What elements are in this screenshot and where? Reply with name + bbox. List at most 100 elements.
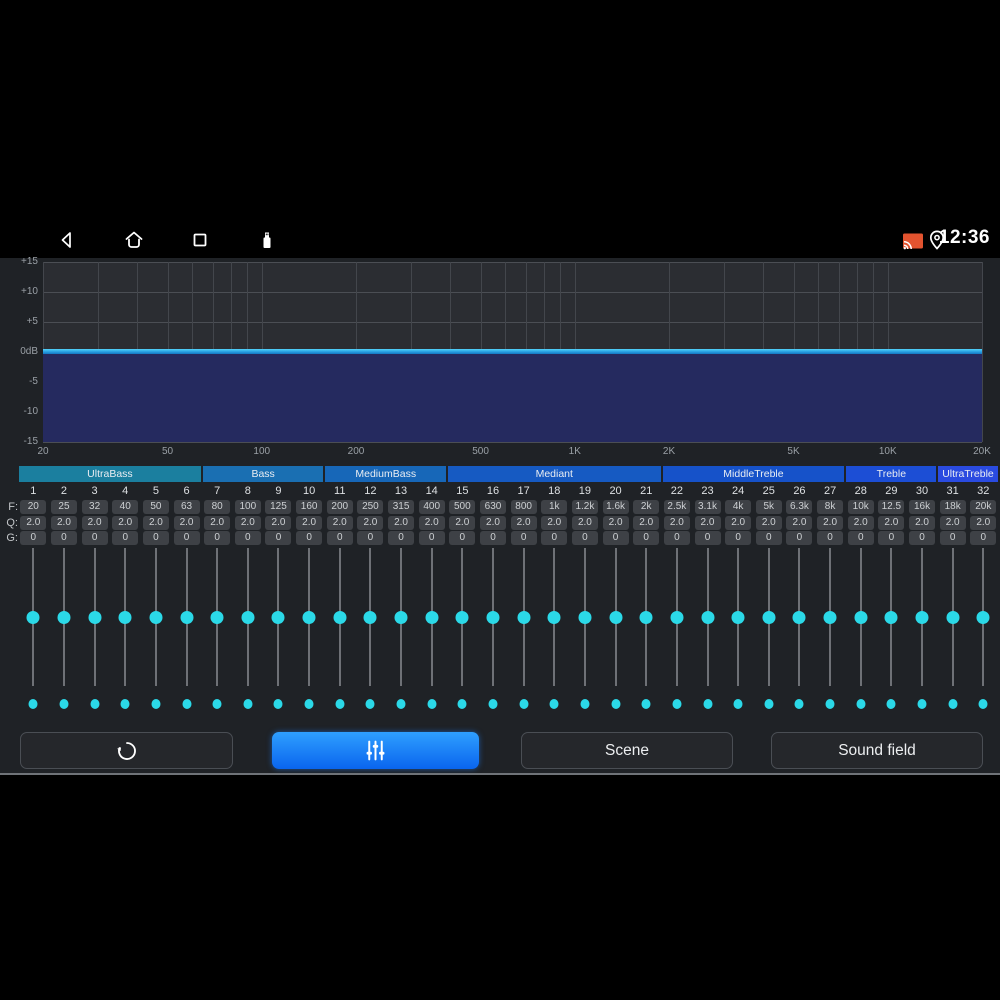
frequency-value[interactable]: 315 [388,500,415,514]
sound-field-button[interactable]: Sound field [771,732,983,769]
gain-slider-handle[interactable] [425,611,439,624]
frequency-value[interactable]: 10k [847,500,874,514]
q-factor-value[interactable]: 2.0 [541,516,568,530]
reset-button[interactable] [20,732,233,769]
gain-value[interactable]: 0 [388,531,415,545]
gain-value[interactable]: 0 [939,531,966,545]
gain-slider-handle[interactable] [241,611,255,624]
q-factor-value[interactable]: 2.0 [571,516,598,530]
gain-slider-handle[interactable] [118,611,132,624]
q-factor-value[interactable]: 2.0 [694,516,721,530]
cast-icon[interactable] [901,229,925,253]
gain-slider-handle[interactable] [884,611,898,624]
q-factor-value[interactable]: 2.0 [817,516,844,530]
gain-slider-handle[interactable] [639,611,653,624]
q-factor-value[interactable]: 2.0 [357,516,384,530]
gain-slider-handle[interactable] [333,611,347,624]
q-factor-value[interactable]: 2.0 [725,516,752,530]
q-factor-value[interactable]: 2.0 [602,516,629,530]
frequency-value[interactable]: 5k [755,500,782,514]
gain-slider-handle[interactable] [670,611,684,624]
frequency-value[interactable]: 8k [817,500,844,514]
q-factor-value[interactable]: 2.0 [909,516,936,530]
gain-slider-handle[interactable] [701,611,714,624]
gain-slider-handle[interactable] [946,611,960,624]
gain-slider-handle[interactable] [854,611,868,624]
gain-value[interactable]: 0 [20,531,47,545]
gain-slider-handle[interactable] [302,611,316,624]
q-factor-value[interactable]: 2.0 [20,516,47,530]
gain-slider-handle[interactable] [578,611,592,624]
frequency-value[interactable]: 2.5k [663,500,690,514]
frequency-value[interactable]: 500 [449,500,476,514]
q-factor-value[interactable]: 2.0 [939,516,966,530]
gain-slider-handle[interactable] [547,611,561,624]
gain-value[interactable]: 0 [296,531,323,545]
gain-slider-handle[interactable] [271,611,285,624]
gain-slider-handle[interactable] [26,611,40,624]
q-factor-value[interactable]: 2.0 [142,516,169,530]
frequency-value[interactable]: 32 [81,500,108,514]
q-factor-value[interactable]: 2.0 [388,516,415,530]
gain-value[interactable]: 0 [173,531,200,545]
gain-value[interactable]: 0 [694,531,721,545]
gain-value[interactable]: 0 [633,531,660,545]
gain-slider-handle[interactable] [363,611,377,624]
q-factor-value[interactable]: 2.0 [81,516,108,530]
gain-value[interactable]: 0 [817,531,844,545]
gain-value[interactable]: 0 [663,531,690,545]
gain-value[interactable]: 0 [204,531,231,545]
gain-slider-handle[interactable] [609,611,623,624]
gain-slider-handle[interactable] [180,611,194,624]
frequency-value[interactable]: 6.3k [786,500,813,514]
gain-slider-handle[interactable] [486,611,500,624]
gain-value[interactable]: 0 [479,531,506,545]
home-icon[interactable] [122,228,146,252]
q-factor-value[interactable]: 2.0 [112,516,139,530]
frequency-value[interactable]: 16k [909,500,936,514]
gain-value[interactable]: 0 [878,531,905,545]
q-factor-value[interactable]: 2.0 [663,516,690,530]
gain-slider-handle[interactable] [792,611,806,624]
gain-value[interactable]: 0 [50,531,77,545]
gain-value[interactable]: 0 [725,531,752,545]
gain-slider-handle[interactable] [915,611,929,624]
frequency-value[interactable]: 200 [326,500,353,514]
frequency-value[interactable]: 1k [541,500,568,514]
gain-slider-handle[interactable] [823,611,837,624]
q-factor-value[interactable]: 2.0 [50,516,77,530]
frequency-value[interactable]: 125 [265,500,292,514]
gain-slider-handle[interactable] [762,611,776,624]
q-factor-value[interactable]: 2.0 [479,516,506,530]
frequency-value[interactable]: 4k [725,500,752,514]
frequency-value[interactable]: 20 [20,500,47,514]
frequency-value[interactable]: 800 [510,500,537,514]
gain-slider-handle[interactable] [976,611,990,624]
gain-slider-handle[interactable] [57,611,71,624]
gain-value[interactable]: 0 [786,531,813,545]
gain-value[interactable]: 0 [909,531,936,545]
gain-value[interactable]: 0 [418,531,445,545]
gain-slider-handle[interactable] [149,611,163,624]
gain-value[interactable]: 0 [81,531,108,545]
gain-value[interactable]: 0 [602,531,629,545]
q-factor-value[interactable]: 2.0 [204,516,231,530]
equalizer-tab-button[interactable] [272,732,479,769]
frequency-value[interactable]: 3.1k [694,500,721,514]
gain-value[interactable]: 0 [970,531,997,545]
q-factor-value[interactable]: 2.0 [878,516,905,530]
frequency-value[interactable]: 400 [418,500,445,514]
gain-slider-handle[interactable] [455,611,469,624]
gain-slider-handle[interactable] [210,611,224,624]
gain-value[interactable]: 0 [326,531,353,545]
q-factor-value[interactable]: 2.0 [326,516,353,530]
frequency-value[interactable]: 1.6k [602,500,629,514]
q-factor-value[interactable]: 2.0 [234,516,261,530]
gain-value[interactable]: 0 [265,531,292,545]
recents-icon[interactable] [188,228,212,252]
q-factor-value[interactable]: 2.0 [296,516,323,530]
q-factor-value[interactable]: 2.0 [847,516,874,530]
gain-slider-handle[interactable] [88,611,102,624]
frequency-value[interactable]: 160 [296,500,323,514]
gain-slider-handle[interactable] [394,611,408,624]
